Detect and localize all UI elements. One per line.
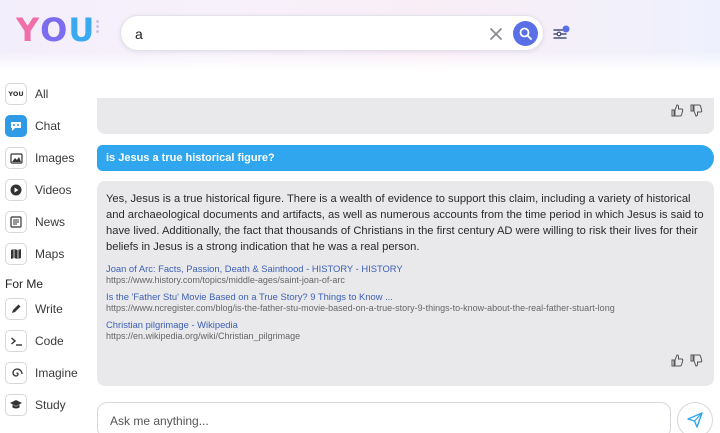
terminal-icon [5, 330, 27, 352]
source-item: Christian pilgrimage - Wikipedia https:/… [106, 319, 704, 342]
search-icon [519, 27, 532, 40]
sidebar-item-all[interactable]: YOU All [5, 82, 48, 106]
logo-letter-u: U [68, 11, 96, 49]
source-link[interactable]: Christian pilgrimage - Wikipedia [106, 319, 704, 331]
sidebar-item-images[interactable]: Images [5, 146, 74, 170]
feedback-buttons [671, 104, 703, 117]
chat-thread: is Jesus a true historical figure? Yes, … [97, 70, 720, 433]
sidebar-item-label: Chat [35, 119, 61, 133]
sidebar-item-label: All [35, 87, 49, 101]
source-item: Is the 'Father Stu' Movie Based on a Tru… [106, 291, 704, 314]
message-composer [97, 402, 671, 433]
news-icon [5, 211, 27, 233]
sidebar-item-maps[interactable]: Maps [5, 242, 64, 266]
logo-letter-o: O [40, 11, 69, 49]
sidebar-item-label: Code [35, 334, 64, 348]
thumbs-down-icon[interactable] [690, 104, 703, 117]
filter-settings-icon[interactable] [552, 24, 572, 42]
sidebar-item-label: News [35, 215, 66, 229]
search-button[interactable] [513, 21, 538, 46]
sidebar-item-study[interactable]: Study [5, 393, 66, 417]
send-button[interactable] [677, 402, 713, 433]
answer-text: Yes, Jesus is a true historical figure. … [106, 193, 704, 253]
source-item: Joan of Arc: Facts, Passion, Death & Sai… [106, 263, 704, 286]
sidebar-item-videos[interactable]: Videos [5, 178, 71, 202]
for-me-heading: For Me [5, 277, 44, 291]
source-url: https://www.history.com/topics/middle-ag… [106, 275, 345, 285]
sidebar: YOU All Chat Images Videos News Maps For… [0, 80, 90, 433]
source-list: Joan of Arc: Facts, Passion, Death & Sai… [106, 263, 704, 347]
you-logo[interactable]: YOU [16, 12, 95, 48]
sidebar-item-label: Maps [35, 247, 65, 261]
search-bar [120, 15, 544, 51]
you-icon: YOU [5, 83, 27, 105]
close-icon[interactable] [487, 25, 505, 43]
source-url: https://en.wikipedia.org/wiki/Christian_… [106, 331, 301, 341]
sidebar-item-label: Images [35, 151, 75, 165]
thumbs-up-icon[interactable] [671, 354, 684, 367]
sidebar-item-label: Write [35, 302, 63, 316]
thumbs-up-icon[interactable] [671, 104, 684, 117]
sidebar-item-label: Videos [35, 183, 72, 197]
spiral-icon [5, 362, 27, 384]
user-question-bubble: is Jesus a true historical figure? [97, 145, 714, 171]
pencil-icon [5, 298, 27, 320]
source-link[interactable]: Joan of Arc: Facts, Passion, Death & Sai… [106, 263, 704, 275]
search-input[interactable] [135, 24, 475, 44]
graduation-cap-icon [5, 394, 27, 416]
ask-input[interactable] [110, 412, 650, 430]
send-icon [687, 412, 703, 428]
assistant-answer-bubble: Yes, Jesus is a true historical figure. … [97, 181, 714, 386]
map-icon [5, 243, 27, 265]
chat-icon [5, 115, 27, 137]
sidebar-item-code[interactable]: Code [5, 329, 64, 353]
video-icon [5, 179, 27, 201]
sidebar-item-write[interactable]: Write [5, 297, 63, 321]
sidebar-item-news[interactable]: News [5, 210, 65, 234]
thumbs-down-icon[interactable] [690, 354, 703, 367]
logo-dots-icon [96, 20, 100, 34]
previous-answer-bubble [97, 98, 714, 134]
sidebar-item-chat[interactable]: Chat [5, 114, 60, 138]
sidebar-item-imagine[interactable]: Imagine [5, 361, 78, 385]
sidebar-item-label: Study [35, 398, 66, 412]
feedback-buttons [671, 354, 703, 367]
source-link[interactable]: Is the 'Father Stu' Movie Based on a Tru… [106, 291, 704, 303]
logo-letter-y: Y [16, 11, 41, 49]
source-url: https://www.ncregister.com/blog/is-the-f… [106, 303, 615, 313]
image-icon [5, 147, 27, 169]
sidebar-item-label: Imagine [35, 366, 78, 380]
